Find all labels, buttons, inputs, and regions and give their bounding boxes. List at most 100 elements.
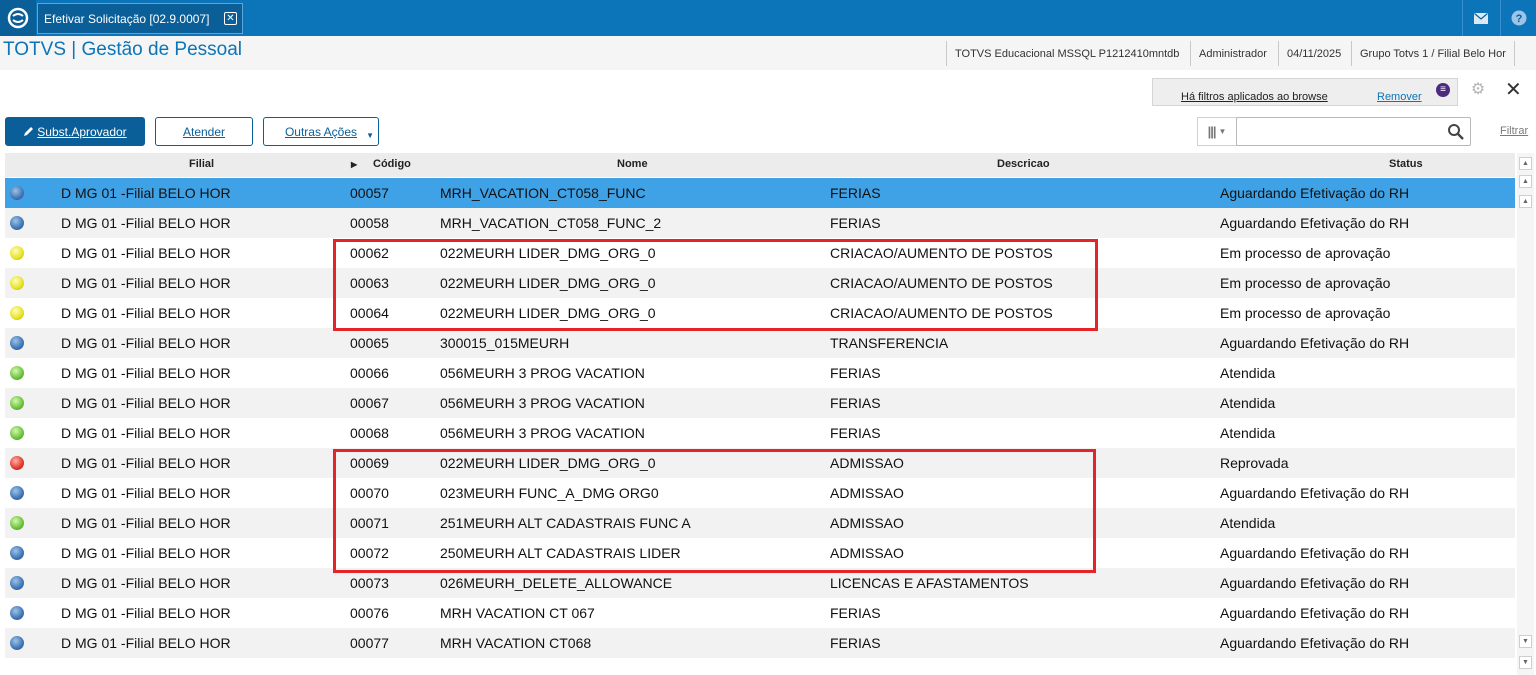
column-header-filial[interactable]: Filial xyxy=(189,158,214,170)
cell-status: Aguardando Efetivação do RH xyxy=(1220,635,1410,651)
svg-text:?: ? xyxy=(1515,13,1522,25)
totvs-logo-icon[interactable] xyxy=(0,0,36,36)
user-info: Administrador xyxy=(1190,41,1275,66)
status-legend-icon xyxy=(10,486,24,500)
close-icon[interactable]: ✕ xyxy=(224,12,237,25)
cell-descricao: FERIAS xyxy=(830,605,881,621)
status-legend-icon xyxy=(10,576,24,590)
status-legend-icon xyxy=(10,216,24,230)
equalizer-icon[interactable]: ≡ xyxy=(1436,83,1450,97)
status-legend-icon xyxy=(10,306,24,320)
search-input[interactable] xyxy=(1241,118,1446,145)
status-legend-icon xyxy=(10,366,24,380)
filtrar-link[interactable]: Filtrar xyxy=(1500,125,1528,137)
table-row[interactable]: D MG 01 -Filial BELO HOR 00065 300015_015M… xyxy=(5,328,1515,358)
column-header-nome[interactable]: Nome xyxy=(617,158,648,170)
remove-filters-link[interactable]: Remover xyxy=(1377,91,1422,103)
status-legend-icon xyxy=(10,426,24,440)
cell-status: Aguardando Efetivação do RH xyxy=(1220,215,1410,231)
atender-button[interactable]: Atender xyxy=(155,117,253,146)
cell-codigo: 00077 xyxy=(350,635,389,651)
cell-descricao: FERIAS xyxy=(830,635,881,651)
table-row[interactable]: D MG 01 -Filial BELO HOR 00066 056MEURH 3 … xyxy=(5,358,1515,388)
cell-nome: MRH VACATION CT068 xyxy=(440,635,592,651)
cell-filial: D MG 01 -Filial BELO HOR xyxy=(61,365,231,381)
column-selector[interactable]: ||| ▼ xyxy=(1197,117,1237,146)
filter-notice-text[interactable]: Há filtros aplicados ao browse xyxy=(1181,91,1328,103)
cell-status: Aguardando Efetivação do RH xyxy=(1220,605,1410,621)
outras-acoes-label: Outras Ações xyxy=(284,124,358,139)
status-legend-icon xyxy=(10,276,24,290)
status-legend-icon xyxy=(10,606,24,620)
column-header-descricao[interactable]: Descricao xyxy=(997,158,1050,170)
cell-filial: D MG 01 -Filial BELO HOR xyxy=(61,275,231,291)
table-row[interactable]: D MG 01 -Filial BELO HOR 00067 056MEURH 3 … xyxy=(5,388,1515,418)
gear-icon[interactable]: ⚙ xyxy=(1470,82,1486,98)
status-legend-icon xyxy=(10,396,24,410)
cell-status: Atendida xyxy=(1220,515,1276,531)
tab-efetivar-solicitacao[interactable]: Efetivar Solicitação [02.9.0007] ✕ xyxy=(37,3,243,34)
subst-aprovador-button[interactable]: Subst.Aprovador xyxy=(5,117,145,146)
cell-codigo: 00065 xyxy=(350,335,389,351)
cell-filial: D MG 01 -Filial BELO HOR xyxy=(61,305,231,321)
cell-filial: D MG 01 -Filial BELO HOR xyxy=(61,545,231,561)
outras-acoes-button[interactable]: Outras Ações ▼ xyxy=(263,117,379,146)
cell-status: Em processo de aprovação xyxy=(1220,305,1391,321)
table-row[interactable]: D MG 01 -Filial BELO HOR 00077 MRH VACATIO… xyxy=(5,628,1515,658)
top-bar: Efetivar Solicitação [02.9.0007] ✕ ? xyxy=(0,0,1536,36)
tab-title: Efetivar Solicitação [02.9.0007] xyxy=(44,11,210,26)
scroll-page-down-icon[interactable]: ▼ xyxy=(1519,656,1532,669)
scroll-down-icon[interactable]: ▼ xyxy=(1519,635,1532,648)
cell-filial: D MG 01 -Filial BELO HOR xyxy=(61,245,231,261)
column-header-codigo[interactable]: Código xyxy=(373,158,411,170)
scroll-page-up-icon[interactable]: ▲ xyxy=(1519,175,1532,188)
cell-nome: MRH_VACATION_CT058_FUNC_2 xyxy=(440,215,662,231)
table-row[interactable]: D MG 01 -Filial BELO HOR 00058 MRH_VACATIO… xyxy=(5,208,1515,238)
table-row[interactable]: D MG 01 -Filial BELO HOR 00057 MRH_VACATIO… xyxy=(5,178,1515,208)
cell-status: Atendida xyxy=(1220,425,1276,441)
cell-descricao: FERIAS xyxy=(830,425,881,441)
app-title: TOTVS | Gestão de Pessoal xyxy=(3,39,243,60)
cell-nome: 300015_015MEURH xyxy=(440,335,570,351)
requests-grid: Filial ▶ Código Nome Descricao Status D … xyxy=(5,153,1515,675)
help-icon[interactable]: ? xyxy=(1500,0,1536,36)
status-legend-icon xyxy=(10,546,24,560)
branch-info: Grupo Totvs 1 / Filial Belo Hor xyxy=(1351,41,1515,66)
search-icon[interactable] xyxy=(1447,123,1465,141)
cell-nome: MRH VACATION CT 067 xyxy=(440,605,595,621)
table-row[interactable]: D MG 01 -Filial BELO HOR 00068 056MEURH 3 … xyxy=(5,418,1515,448)
cell-descricao: TRANSFERENCIA xyxy=(830,335,949,351)
cell-filial: D MG 01 -Filial BELO HOR xyxy=(61,185,231,201)
cell-nome: 056MEURH 3 PROG VACATION xyxy=(440,425,645,441)
cell-nome: 026MEURH_DELETE_ALLOWANCE xyxy=(440,575,673,591)
column-header-status[interactable]: Status xyxy=(1389,158,1423,170)
close-icon[interactable]: ✕ xyxy=(1505,80,1522,100)
chevron-down-icon: ▼ xyxy=(366,131,374,140)
mail-icon[interactable] xyxy=(1462,0,1498,36)
cell-filial: D MG 01 -Filial BELO HOR xyxy=(61,605,231,621)
cell-filial: D MG 01 -Filial BELO HOR xyxy=(61,635,231,651)
cell-filial: D MG 01 -Filial BELO HOR xyxy=(61,485,231,501)
cell-status: Aguardando Efetivação do RH xyxy=(1220,335,1410,351)
cell-codigo: 00067 xyxy=(350,395,389,411)
cell-filial: D MG 01 -Filial BELO HOR xyxy=(61,395,231,411)
cell-filial: D MG 01 -Filial BELO HOR xyxy=(61,455,231,471)
status-legend-icon xyxy=(10,336,24,350)
status-legend-icon xyxy=(10,246,24,260)
subst-aprovador-label: Subst.Aprovador xyxy=(37,124,127,139)
scroll-top-icon[interactable]: ▲ xyxy=(1519,157,1532,170)
cell-status: Atendida xyxy=(1220,365,1276,381)
scroll-up-icon[interactable]: ▲ xyxy=(1519,195,1532,208)
cell-status: Aguardando Efetivação do RH xyxy=(1220,485,1410,501)
cell-nome: 056MEURH 3 PROG VACATION xyxy=(440,395,645,411)
cell-nome: MRH_VACATION_CT058_FUNC xyxy=(440,185,646,201)
filter-notice: Há filtros aplicados ao browse Remover xyxy=(1152,78,1458,106)
status-legend-icon xyxy=(10,456,24,470)
cell-filial: D MG 01 -Filial BELO HOR xyxy=(61,335,231,351)
cell-codigo: 00076 xyxy=(350,605,389,621)
vertical-scrollbar[interactable]: ▲ ▲ ▲ ▼ ▼ xyxy=(1517,153,1534,675)
grid-header: Filial ▶ Código Nome Descricao Status xyxy=(5,153,1515,177)
atender-label: Atender xyxy=(182,124,226,139)
cell-codigo: 00068 xyxy=(350,425,389,441)
table-row[interactable]: D MG 01 -Filial BELO HOR 00076 MRH VACATIO… xyxy=(5,598,1515,628)
